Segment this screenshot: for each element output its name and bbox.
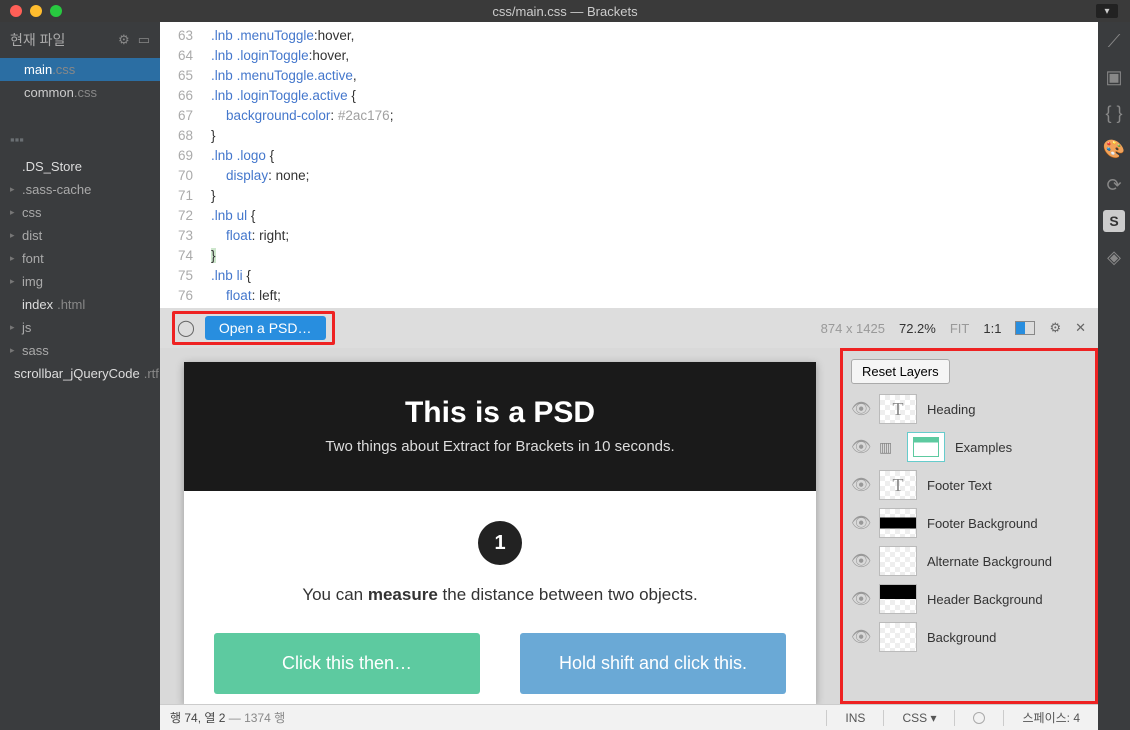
psd-preview-area[interactable]: This is a PSD Two things about Extract f…	[160, 348, 840, 704]
snippets-icon[interactable]: S	[1103, 210, 1125, 232]
zoom-level[interactable]: 72.2%	[899, 321, 936, 336]
visibility-icon[interactable]: 👁	[851, 399, 869, 419]
preview-title: This is a PSD	[204, 396, 796, 430]
window-title: css/main.css — Brackets	[0, 4, 1130, 19]
preview-button-left[interactable]: Click this then…	[214, 633, 480, 694]
split-view-icon[interactable]: ▭	[138, 32, 150, 48]
working-file[interactable]: common.css	[0, 81, 160, 104]
step-badge: 1	[478, 521, 522, 565]
sidebar-header-label: 현재 파일	[10, 30, 65, 50]
layer-row[interactable]: 👁 Header Background	[851, 580, 1087, 618]
maximize-window-button[interactable]	[50, 5, 62, 17]
editor-code-area[interactable]: .lnb .menuToggle:hover, .lnb .loginToggl…	[203, 22, 394, 308]
minimize-window-button[interactable]	[30, 5, 42, 17]
tree-item[interactable]: ▸img	[0, 270, 160, 293]
project-name[interactable]: ▪▪▪	[0, 124, 160, 155]
layer-row[interactable]: 👁 Alternate Background	[851, 542, 1087, 580]
palette-icon[interactable]: 🎨	[1103, 138, 1125, 160]
close-panel-icon[interactable]: ✕	[1075, 320, 1086, 336]
layers-icon[interactable]: ◈	[1103, 246, 1125, 268]
preview-header: This is a PSD Two things about Extract f…	[184, 362, 816, 491]
measure-text: You can measure the distance between two…	[214, 585, 786, 605]
visibility-icon[interactable]: 👁	[851, 551, 869, 571]
layer-label: Header Background	[927, 592, 1043, 607]
extension-manager-icon[interactable]: ▣	[1103, 66, 1125, 88]
editor-gutter: 63 64 65 66 67 68 69 70 71 72 73 74 75 7…	[160, 22, 203, 308]
working-file[interactable]: main.css	[0, 58, 160, 81]
code-editor[interactable]: 63 64 65 66 67 68 69 70 71 72 73 74 75 7…	[160, 22, 1098, 308]
close-window-button[interactable]	[10, 5, 22, 17]
layout-toggle[interactable]	[1015, 321, 1035, 335]
sidebar-working-files-header: 현재 파일 ⚙ ▭	[0, 22, 160, 58]
tree-item[interactable]: ▸css	[0, 201, 160, 224]
tree-item[interactable]: .DS_Store	[0, 155, 160, 178]
scale-button[interactable]: 1:1	[983, 321, 1001, 336]
refresh-icon[interactable]: ⟳	[1103, 174, 1125, 196]
layer-row[interactable]: 👁TFooter Text	[851, 466, 1087, 504]
indentation-setting[interactable]: 스페이스: 4	[1014, 709, 1088, 726]
visibility-icon[interactable]: 👁	[851, 589, 869, 609]
visibility-icon[interactable]: 👁	[851, 437, 869, 457]
open-psd-button[interactable]: Open a PSD…	[205, 316, 326, 340]
tree-item[interactable]: ▸js	[0, 316, 160, 339]
preview-button-right[interactable]: Hold shift and click this.	[520, 633, 786, 694]
layer-label: Examples	[955, 440, 1012, 455]
folder-icon: ▥	[879, 439, 897, 456]
layer-label: Background	[927, 630, 996, 645]
psd-preview[interactable]: This is a PSD Two things about Extract f…	[184, 362, 816, 704]
sidebar: 현재 파일 ⚙ ▭ main.csscommon.css ▪▪▪ .DS_Sto…	[0, 22, 160, 730]
window-controls	[0, 5, 62, 17]
cursor-position: 행 74, 열 2 — 1374 행	[170, 709, 816, 726]
layer-row[interactable]: 👁 ▥ Examples	[851, 428, 1087, 466]
open-psd-highlight: ◯ Open a PSD…	[172, 311, 335, 345]
visibility-icon[interactable]: 👁	[851, 627, 869, 647]
titlebar-dropdown[interactable]: ▾	[1096, 4, 1118, 18]
titlebar: css/main.css — Brackets ▾	[0, 0, 1130, 22]
preview-subtitle: Two things about Extract for Brackets in…	[204, 438, 796, 455]
layer-row[interactable]: 👁 Footer Background	[851, 504, 1087, 542]
tree-item[interactable]: scrollbar_jQueryCode.rtf	[0, 362, 160, 385]
insert-mode[interactable]: INS	[837, 711, 873, 725]
visibility-icon[interactable]: 👁	[851, 475, 869, 495]
layer-label: Footer Background	[927, 516, 1038, 531]
layer-label: Footer Text	[927, 478, 992, 493]
status-bar: 행 74, 열 2 — 1374 행 INS CSS ▾ 스페이스: 4	[160, 704, 1098, 730]
settings-icon[interactable]: ⚙	[1049, 320, 1061, 336]
extract-toolbar: ◯ Open a PSD… 874 x 1425 72.2% FIT 1:1 ⚙…	[160, 308, 1098, 348]
layer-row[interactable]: 👁 Background	[851, 618, 1087, 656]
psd-dimensions: 874 x 1425	[821, 321, 885, 336]
tree-item[interactable]: ▸font	[0, 247, 160, 270]
tree-item[interactable]: ▸.sass-cache	[0, 178, 160, 201]
code-hints-icon[interactable]: { }	[1103, 102, 1125, 124]
layer-label: Heading	[927, 402, 975, 417]
live-preview-icon[interactable]: ⟋	[1103, 30, 1125, 52]
lint-status-icon[interactable]	[965, 712, 993, 724]
gear-icon[interactable]: ⚙	[118, 32, 130, 48]
tree-item[interactable]: ▸dist	[0, 224, 160, 247]
language-mode[interactable]: CSS ▾	[894, 711, 944, 725]
layer-label: Alternate Background	[927, 554, 1052, 569]
fit-button[interactable]: FIT	[950, 321, 970, 336]
layer-row[interactable]: 👁THeading	[851, 390, 1087, 428]
tree-item[interactable]: ▸sass	[0, 339, 160, 362]
reset-layers-button[interactable]: Reset Layers	[851, 359, 950, 384]
tree-item[interactable]: index.html	[0, 293, 160, 316]
extension-rail: ⟋ ▣ { } 🎨 ⟳ S ◈	[1098, 22, 1130, 730]
creative-cloud-icon: ◯	[177, 318, 195, 338]
layers-panel: Reset Layers 👁THeading👁▥Examples👁TFooter…	[840, 348, 1098, 704]
visibility-icon[interactable]: 👁	[851, 513, 869, 533]
